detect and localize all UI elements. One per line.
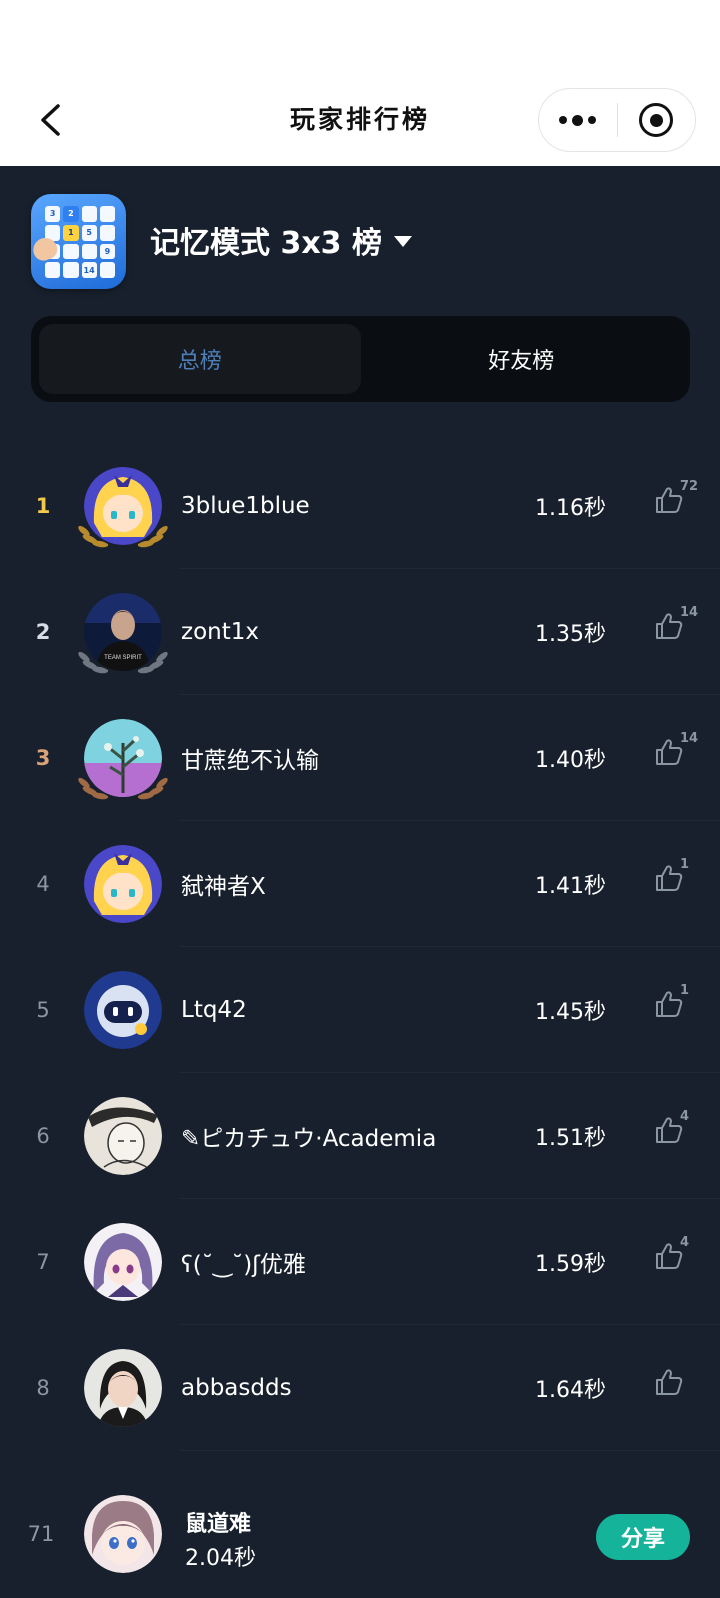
- icon-grid-cell: [45, 262, 61, 278]
- like-count: 1: [680, 983, 690, 998]
- laurel-gold-icon: [74, 519, 172, 553]
- like-button[interactable]: 1: [654, 983, 700, 1029]
- rank-number: 2: [35, 620, 51, 644]
- like-count: 1: [680, 857, 690, 872]
- my-score: 2.04秒: [185, 1546, 256, 1571]
- like-button[interactable]: 4: [654, 1109, 700, 1155]
- avatar[interactable]: [84, 971, 162, 1049]
- rank-row[interactable]: 2 TEAM SPIRIT zont1x 1.35秒 14: [0, 569, 720, 695]
- target-close-icon: [639, 103, 674, 137]
- icon-grid-cell: [99, 224, 115, 241]
- thumbs-up-icon: [654, 487, 684, 519]
- icon-grid-cell: 2: [63, 206, 79, 222]
- player-score: 1.35秒: [535, 622, 606, 647]
- player-name: 3blue1blue: [181, 493, 310, 519]
- icon-grid-cell: [99, 262, 115, 278]
- player-score: 1.59秒: [535, 1252, 606, 1277]
- rank-row[interactable]: 8 abbasdds 1.64秒: [0, 1325, 720, 1451]
- icon-grid-cell: 3: [45, 206, 61, 222]
- rank-number: 8: [36, 1376, 50, 1400]
- icon-grid-cell: 1: [63, 224, 79, 241]
- thumbs-up-icon: [654, 613, 684, 645]
- more-dots-icon: [559, 114, 597, 126]
- like-count: 4: [680, 1235, 690, 1250]
- icon-grid-cell: [63, 262, 79, 278]
- rank-number: 3: [35, 746, 51, 770]
- icon-grid-cell: [81, 243, 97, 260]
- avatar[interactable]: [84, 1223, 162, 1301]
- player-score: 1.40秒: [535, 748, 606, 773]
- rank-row[interactable]: 4 弑神者X 1.41秒 1: [0, 821, 720, 947]
- memory-grid-icon: 3 2 1 5 9 14: [31, 194, 126, 289]
- like-button[interactable]: 4: [654, 1235, 700, 1281]
- thumbs-up-icon: [654, 865, 684, 897]
- my-avatar[interactable]: [84, 1495, 162, 1573]
- thumbs-up-icon: [654, 1117, 684, 1149]
- like-count: 14: [680, 605, 699, 620]
- thumbs-up-icon: [654, 739, 684, 771]
- like-button[interactable]: 14: [654, 731, 700, 777]
- close-mini-program-button[interactable]: [618, 89, 696, 151]
- icon-grid-cell: [81, 206, 97, 222]
- thumbs-up-icon: [654, 1369, 684, 1401]
- mini-program-capsule: [538, 88, 696, 152]
- like-button[interactable]: 72: [654, 479, 700, 525]
- like-count: 4: [680, 1109, 690, 1124]
- rank-row[interactable]: 6 ✎ピカチュウ·Academia 1.51秒 4: [0, 1073, 720, 1199]
- player-score: 1.51秒: [535, 1126, 606, 1151]
- player-name: ✎ピカチュウ·Academia: [181, 1126, 437, 1152]
- laurel-silver-icon: [74, 645, 172, 679]
- caret-down-icon: [394, 235, 412, 247]
- player-name: 甘蔗绝不认输: [181, 748, 319, 774]
- my-rank-bar: 71 鼠道难 2.04秒 分享: [0, 1470, 720, 1598]
- my-rank-number: 71: [27, 1522, 55, 1546]
- like-count: 14: [680, 731, 699, 746]
- rank-number: 7: [36, 1250, 50, 1274]
- player-name: abbasdds: [181, 1375, 292, 1401]
- player-score: 1.16秒: [535, 496, 606, 521]
- rank-number: 1: [35, 494, 51, 518]
- like-button[interactable]: 1: [654, 857, 700, 903]
- rank-number: 4: [36, 872, 50, 896]
- avatar[interactable]: [84, 1349, 162, 1427]
- rank-number: 6: [36, 1124, 50, 1148]
- icon-grid-cell: 5: [81, 224, 97, 241]
- player-name: ʕ(˘‿˘)ʃ优雅: [181, 1252, 306, 1278]
- my-name: 鼠道难: [185, 1512, 252, 1537]
- mode-selector[interactable]: 记忆模式 3x3 榜: [150, 218, 412, 262]
- player-name: 弑神者X: [181, 874, 266, 900]
- like-button[interactable]: [654, 1367, 700, 1407]
- icon-grid-cell: 9: [99, 243, 115, 260]
- player-name: Ltq42: [181, 997, 247, 1023]
- player-score: 1.45秒: [535, 1000, 606, 1025]
- avatar[interactable]: [84, 845, 162, 923]
- icon-grid-cell: [99, 206, 115, 222]
- mode-title: 记忆模式 3x3 榜: [150, 226, 382, 261]
- icon-grid-cell: [63, 243, 79, 260]
- like-button[interactable]: 14: [654, 605, 700, 651]
- player-score: 1.41秒: [535, 874, 606, 899]
- rank-row[interactable]: 5 Ltq42 1.45秒 1: [0, 947, 720, 1073]
- leaderboard-tabs: 总榜 好友榜: [31, 316, 690, 402]
- share-button[interactable]: 分享: [596, 1514, 690, 1560]
- rank-number: 5: [36, 998, 50, 1022]
- top-nav-bar: 玩家排行榜: [0, 0, 720, 166]
- thumbs-up-icon: [654, 1243, 684, 1275]
- player-name: zont1x: [181, 619, 259, 645]
- more-button[interactable]: [539, 89, 617, 151]
- laurel-bronze-icon: [74, 771, 172, 805]
- avatar[interactable]: [84, 1097, 162, 1175]
- row-divider: [180, 1450, 720, 1451]
- rank-row[interactable]: 3 甘蔗绝不认输 1.40秒 14: [0, 695, 720, 821]
- rank-row[interactable]: 1 3blue1blue 1.16秒 72: [0, 443, 720, 569]
- tab-overall[interactable]: 总榜: [39, 324, 361, 394]
- like-count: 72: [680, 479, 699, 494]
- icon-grid-cell: 14: [81, 262, 97, 278]
- player-score: 1.64秒: [535, 1378, 606, 1403]
- ranking-list: 1 3blue1blue 1.16秒 72 2 TEAM SPIRIT zont1x 1.35…: [0, 443, 720, 1451]
- tab-friends[interactable]: 好友榜: [361, 324, 683, 394]
- rank-row[interactable]: 7 ʕ(˘‿˘)ʃ优雅 1.59秒 4: [0, 1199, 720, 1325]
- thumbs-up-icon: [654, 991, 684, 1023]
